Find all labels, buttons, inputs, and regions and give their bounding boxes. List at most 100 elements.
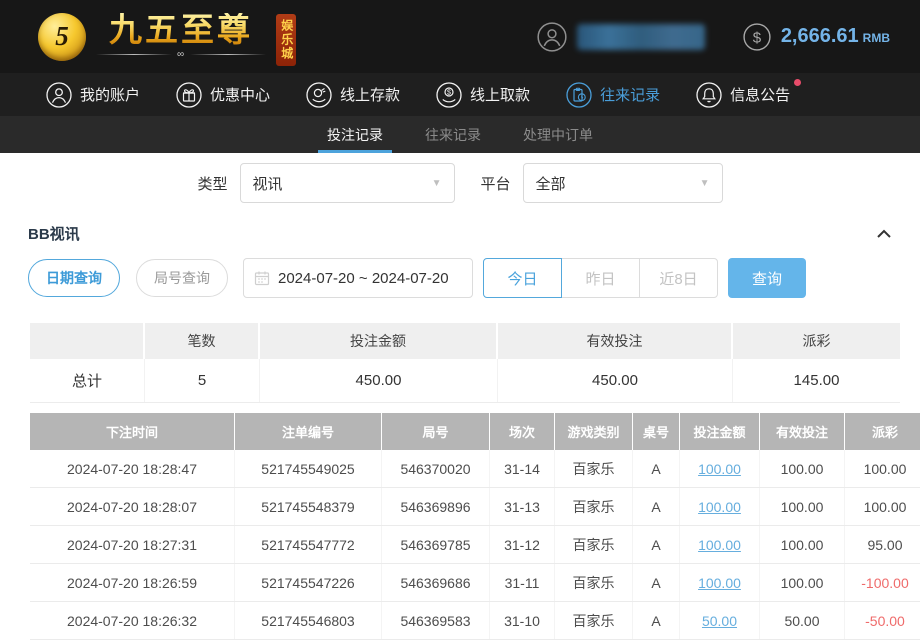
filter-row: 类型 视讯 ▼ 平台 全部 ▼ <box>0 163 920 203</box>
table-body: 2024-07-20 18:28:47521745549025546370020… <box>30 450 920 640</box>
session: 31-10 <box>490 602 555 639</box>
payout: 95.00 <box>845 526 920 563</box>
tab-transaction-records[interactable]: 往来记录 <box>419 116 487 153</box>
payout: 100.00 <box>845 488 920 525</box>
today-button[interactable]: 今日 <box>483 258 562 298</box>
payout: -100.00 <box>845 564 920 601</box>
bet-amount-link[interactable]: 100.00 <box>680 526 760 563</box>
last-8-days-button[interactable]: 近8日 <box>639 258 718 298</box>
round-id: 546369785 <box>382 526 490 563</box>
date-range-input[interactable]: 2024-07-20 ~ 2024-07-20 <box>243 258 473 298</box>
nav-item-deposit[interactable]: 线上存款 <box>306 82 400 108</box>
valid-bet: 100.00 <box>760 526 845 563</box>
col-valid-bet: 有效投注 <box>760 413 845 450</box>
bet-records-table: 下注时间 注单编号 局号 场次 游戏类别 桌号 投注金额 有效投注 派彩 202… <box>30 413 920 640</box>
bet-amount-link[interactable]: 100.00 <box>680 488 760 525</box>
table-row: 2024-07-20 18:28:47521745549025546370020… <box>30 450 920 488</box>
bet-amount-link[interactable]: 50.00 <box>680 602 760 639</box>
notification-dot <box>794 79 801 86</box>
table-row: 2024-07-20 18:26:59521745547226546369686… <box>30 564 920 602</box>
yesterday-button[interactable]: 昨日 <box>561 258 640 298</box>
user-icon <box>46 82 72 108</box>
table-no: A <box>633 488 680 525</box>
nav-item-records[interactable]: 往来记录 <box>566 82 660 108</box>
session: 31-13 <box>490 488 555 525</box>
tab-betting-records[interactable]: 投注记录 <box>321 116 389 153</box>
summary-header-count: 笔数 <box>145 323 260 359</box>
date-query-button[interactable]: 日期查询 <box>28 259 120 297</box>
valid-bet: 100.00 <box>760 488 845 525</box>
tab-processing-orders[interactable]: 处理中订单 <box>517 116 599 153</box>
brand-badge: 娱乐城 <box>276 14 296 66</box>
platform-filter-label: 平台 <box>481 173 511 194</box>
summary-header-row: 笔数 投注金额 有效投注 派彩 <box>30 323 900 359</box>
summary-payout-value: 145.00 <box>733 359 900 402</box>
quick-range-group: 今日 昨日 近8日 <box>483 258 718 298</box>
table-row: 2024-07-20 18:27:31521745547772546369785… <box>30 526 920 564</box>
type-select-value: 视讯 <box>253 173 283 194</box>
collapse-chevron-up-icon[interactable] <box>876 228 892 240</box>
order-id: 521745549025 <box>235 450 382 487</box>
session: 31-11 <box>490 564 555 601</box>
bet-time: 2024-07-20 18:28:07 <box>30 488 235 525</box>
withdraw-icon: $ <box>436 82 462 108</box>
valid-bet: 100.00 <box>760 450 845 487</box>
nav-item-my-account[interactable]: 我的账户 <box>46 82 140 108</box>
table-no: A <box>633 526 680 563</box>
type-filter-label: 类型 <box>197 173 227 194</box>
col-table-no: 桌号 <box>633 413 680 450</box>
round-query-button[interactable]: 局号查询 <box>136 259 228 297</box>
round-id: 546369583 <box>382 602 490 639</box>
col-bet-time: 下注时间 <box>30 413 235 450</box>
type-select[interactable]: 视讯 ▼ <box>240 163 455 203</box>
page: 5 九五至尊 ∞ 娱乐城 $ <box>0 0 920 640</box>
table-no: A <box>633 450 680 487</box>
svg-text:$: $ <box>447 89 451 96</box>
nav-label: 优惠中心 <box>210 84 270 105</box>
user-icon <box>537 22 567 52</box>
deposit-icon <box>306 82 332 108</box>
payout: -50.00 <box>845 602 920 639</box>
account-chip[interactable] <box>537 22 705 52</box>
chevron-down-icon: ▼ <box>422 178 442 189</box>
table-no: A <box>633 602 680 639</box>
brand-title: 九五至尊 <box>109 13 253 46</box>
chevron-down-icon: ▼ <box>690 178 710 189</box>
bet-amount-link[interactable]: 100.00 <box>680 450 760 487</box>
col-order-id: 注单编号 <box>235 413 382 450</box>
nav-item-withdraw[interactable]: $ 线上取款 <box>436 82 530 108</box>
balance-chip[interactable]: $ 2,666.61RMB <box>743 23 890 51</box>
platform-select[interactable]: 全部 ▼ <box>523 163 723 203</box>
bet-time: 2024-07-20 18:27:31 <box>30 526 235 563</box>
summary-bet-amount-value: 450.00 <box>260 359 498 402</box>
nav-label: 信息公告 <box>730 84 790 105</box>
col-game-type: 游戏类别 <box>555 413 633 450</box>
bet-time: 2024-07-20 18:26:59 <box>30 564 235 601</box>
brand-logo[interactable]: 5 九五至尊 ∞ 娱乐城 <box>38 8 323 66</box>
section-title: BB视讯 <box>28 223 80 244</box>
nav-item-announcements[interactable]: 信息公告 <box>696 82 790 108</box>
search-button[interactable]: 查询 <box>728 258 806 298</box>
date-range-value: 2024-07-20 ~ 2024-07-20 <box>278 270 449 287</box>
nav-label: 线上取款 <box>470 84 530 105</box>
nav-item-promotions[interactable]: 优惠中心 <box>176 82 270 108</box>
col-bet-amount: 投注金额 <box>680 413 760 450</box>
summary-header-bet-amount: 投注金额 <box>260 323 498 359</box>
gift-icon <box>176 82 202 108</box>
table-row: 2024-07-20 18:26:32521745546803546369583… <box>30 602 920 640</box>
game-type: 百家乐 <box>555 602 633 639</box>
order-id: 521745547772 <box>235 526 382 563</box>
balance-amount: 2,666.61 <box>781 25 859 47</box>
round-id: 546369686 <box>382 564 490 601</box>
main-nav: 我的账户 优惠中心 线上存款 $ <box>0 73 920 116</box>
table-row: 2024-07-20 18:28:07521745548379546369896… <box>30 488 920 526</box>
col-round-id: 局号 <box>382 413 490 450</box>
bet-amount-link[interactable]: 100.00 <box>680 564 760 601</box>
table-no: A <box>633 564 680 601</box>
nav-label: 我的账户 <box>80 84 140 105</box>
summary-table: 笔数 投注金额 有效投注 派彩 总计 5 450.00 450.00 145.0… <box>30 323 900 403</box>
query-toolbar: 日期查询 局号查询 2024-07-20 ~ 2024-07-20 今日 昨日 … <box>28 258 920 298</box>
summary-header-payout: 派彩 <box>733 323 900 359</box>
nav-label: 线上存款 <box>340 84 400 105</box>
summary-header-blank <box>30 323 145 359</box>
